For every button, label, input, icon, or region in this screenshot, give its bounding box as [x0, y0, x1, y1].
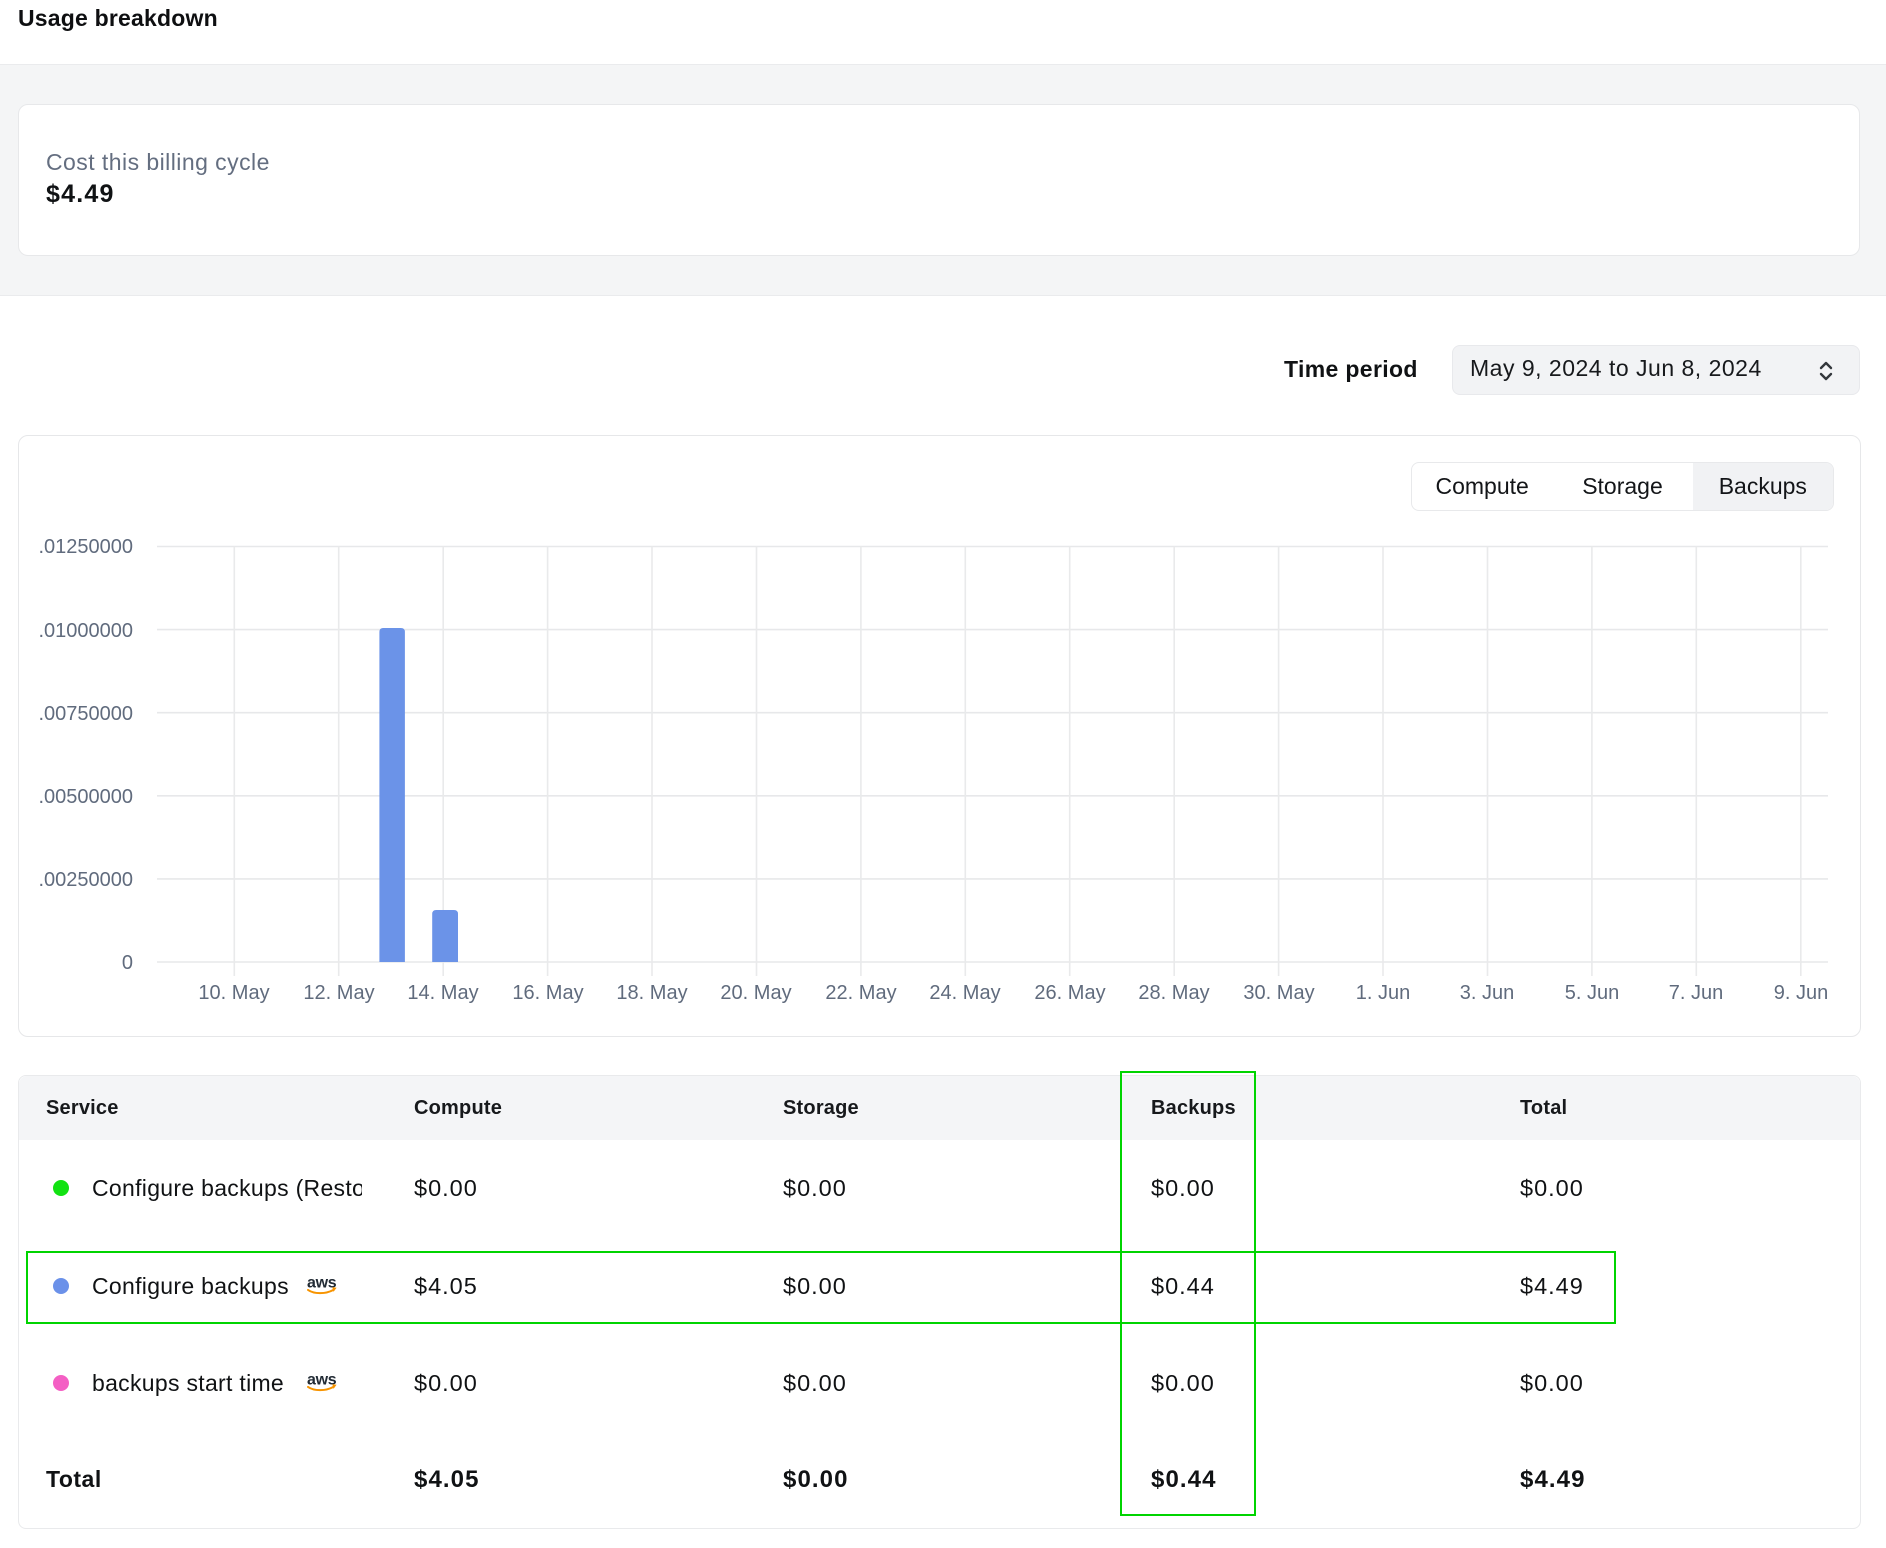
svg-text:aws: aws	[307, 1372, 337, 1389]
